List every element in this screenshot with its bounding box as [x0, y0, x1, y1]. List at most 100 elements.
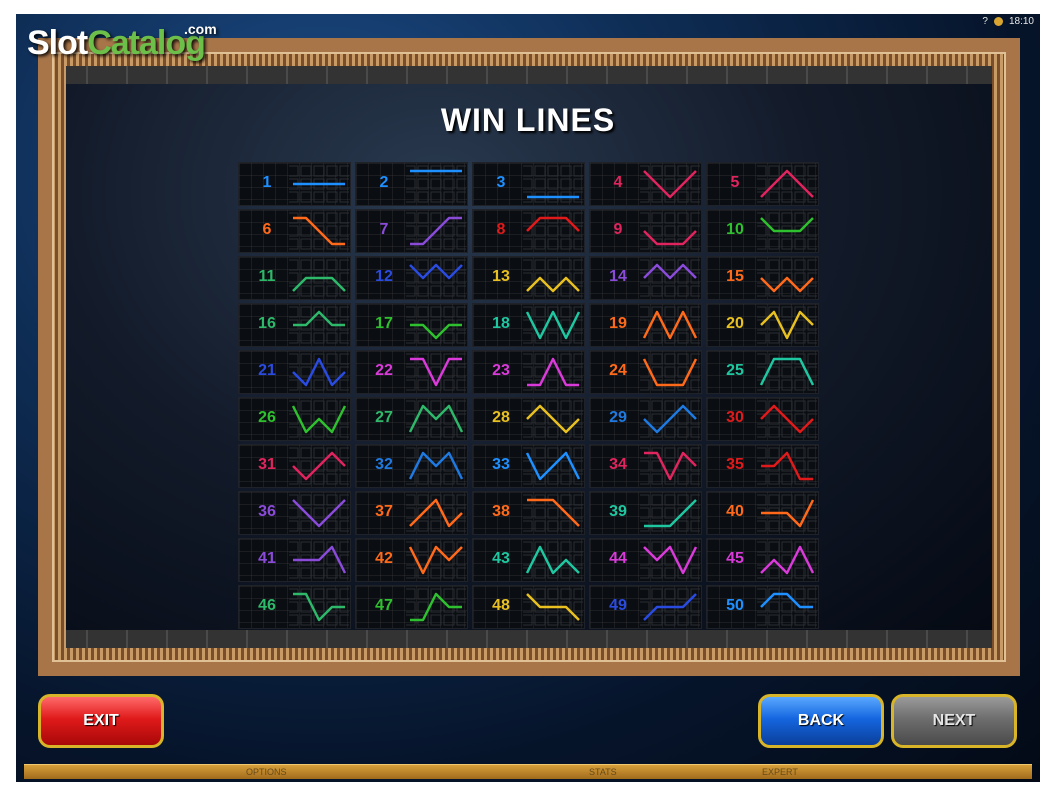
win-line-cell: 4 — [589, 162, 702, 206]
win-line-cell: 28 — [472, 397, 585, 441]
win-line-number: 3 — [496, 174, 506, 191]
win-line-pattern-icon — [757, 306, 817, 344]
win-line-number: 46 — [258, 597, 276, 614]
win-line-cell: 44 — [589, 538, 702, 582]
win-line-number: 29 — [609, 409, 627, 426]
win-lines-grid: 1 2 3 4 5 6 7 8 9 10 11 12 13 14 15 16 17 18 19 20 21 22 23 24 2… — [238, 162, 819, 629]
win-line-number: 37 — [375, 503, 393, 520]
win-line-pattern-icon — [523, 259, 583, 297]
win-line-cell: 6 — [238, 209, 351, 253]
stats-button[interactable]: STATS — [589, 767, 617, 777]
win-line-cell: 22 — [355, 350, 468, 394]
win-line-cell: 14 — [589, 256, 702, 300]
win-line-cell: 48 — [472, 585, 585, 629]
expert-button[interactable]: EXPERT — [762, 767, 798, 777]
win-line-cell: 19 — [589, 303, 702, 347]
win-line-cell: 36 — [238, 491, 351, 535]
slotcatalog-logo: SlotCatalog .com — [27, 21, 217, 62]
win-line-cell: 9 — [589, 209, 702, 253]
win-line-pattern-icon — [406, 400, 466, 438]
win-line-cell: 24 — [589, 350, 702, 394]
win-line-cell: 2 — [355, 162, 468, 206]
win-line-pattern-icon — [406, 306, 466, 344]
win-line-number: 47 — [375, 597, 393, 614]
coin-icon — [993, 17, 1003, 26]
win-line-pattern-icon — [523, 353, 583, 391]
win-line-cell: 45 — [706, 538, 819, 582]
win-line-pattern-icon — [289, 259, 349, 297]
win-line-pattern-icon — [640, 541, 700, 579]
win-line-number: 44 — [609, 550, 627, 567]
top-rail — [66, 66, 992, 84]
win-line-cell: 33 — [472, 444, 585, 488]
win-line-cell: 46 — [238, 585, 351, 629]
status-bar: ? 18:10 — [982, 16, 1034, 27]
win-line-number: 33 — [492, 456, 510, 473]
win-line-cell: 43 — [472, 538, 585, 582]
win-line-pattern-icon — [757, 353, 817, 391]
win-line-number: 4 — [613, 174, 623, 191]
win-line-number: 25 — [726, 362, 744, 379]
win-line-cell: 35 — [706, 444, 819, 488]
win-line-pattern-icon — [640, 494, 700, 532]
win-line-pattern-icon — [289, 400, 349, 438]
win-line-number: 21 — [258, 362, 276, 379]
win-line-cell: 31 — [238, 444, 351, 488]
win-line-pattern-icon — [406, 588, 466, 626]
win-line-pattern-icon — [289, 165, 349, 203]
win-line-number: 43 — [492, 550, 510, 567]
win-line-pattern-icon — [523, 400, 583, 438]
back-button[interactable]: BACK — [758, 694, 884, 748]
win-line-number: 19 — [609, 315, 627, 332]
win-line-pattern-icon — [640, 400, 700, 438]
win-line-number: 22 — [375, 362, 393, 379]
win-line-pattern-icon — [523, 306, 583, 344]
win-line-number: 6 — [262, 221, 272, 238]
win-line-cell: 15 — [706, 256, 819, 300]
win-line-cell: 50 — [706, 585, 819, 629]
win-line-cell: 7 — [355, 209, 468, 253]
win-line-pattern-icon — [289, 306, 349, 344]
win-line-pattern-icon — [757, 588, 817, 626]
win-line-cell: 41 — [238, 538, 351, 582]
win-line-pattern-icon — [289, 212, 349, 250]
win-line-pattern-icon — [406, 541, 466, 579]
win-line-pattern-icon — [640, 212, 700, 250]
win-line-number: 8 — [496, 221, 506, 238]
win-line-pattern-icon — [406, 494, 466, 532]
win-line-pattern-icon — [406, 353, 466, 391]
win-line-number: 48 — [492, 597, 510, 614]
exit-button[interactable]: EXIT — [38, 694, 164, 748]
win-line-pattern-icon — [640, 353, 700, 391]
win-line-pattern-icon — [757, 447, 817, 485]
help-icon[interactable]: ? — [982, 16, 988, 27]
win-line-cell: 8 — [472, 209, 585, 253]
win-line-number: 12 — [375, 268, 393, 285]
win-line-cell: 1 — [238, 162, 351, 206]
win-line-number: 7 — [379, 221, 389, 238]
win-line-pattern-icon — [757, 400, 817, 438]
win-line-number: 18 — [492, 315, 510, 332]
win-line-pattern-icon — [757, 165, 817, 203]
win-line-number: 9 — [613, 221, 623, 238]
win-line-cell: 38 — [472, 491, 585, 535]
win-line-number: 2 — [379, 174, 389, 191]
next-button[interactable]: NEXT — [891, 694, 1017, 748]
options-button[interactable]: OPTIONS — [246, 767, 287, 777]
win-line-pattern-icon — [640, 447, 700, 485]
win-line-cell: 29 — [589, 397, 702, 441]
win-line-pattern-icon — [757, 494, 817, 532]
win-line-pattern-icon — [406, 212, 466, 250]
win-line-cell: 17 — [355, 303, 468, 347]
win-line-cell: 20 — [706, 303, 819, 347]
win-line-number: 10 — [726, 221, 744, 238]
win-line-cell: 39 — [589, 491, 702, 535]
win-line-pattern-icon — [406, 259, 466, 297]
win-line-number: 36 — [258, 503, 276, 520]
win-line-cell: 21 — [238, 350, 351, 394]
win-line-number: 5 — [730, 174, 740, 191]
win-line-number: 41 — [258, 550, 276, 567]
win-line-cell: 10 — [706, 209, 819, 253]
win-line-number: 34 — [609, 456, 627, 473]
win-line-number: 28 — [492, 409, 510, 426]
